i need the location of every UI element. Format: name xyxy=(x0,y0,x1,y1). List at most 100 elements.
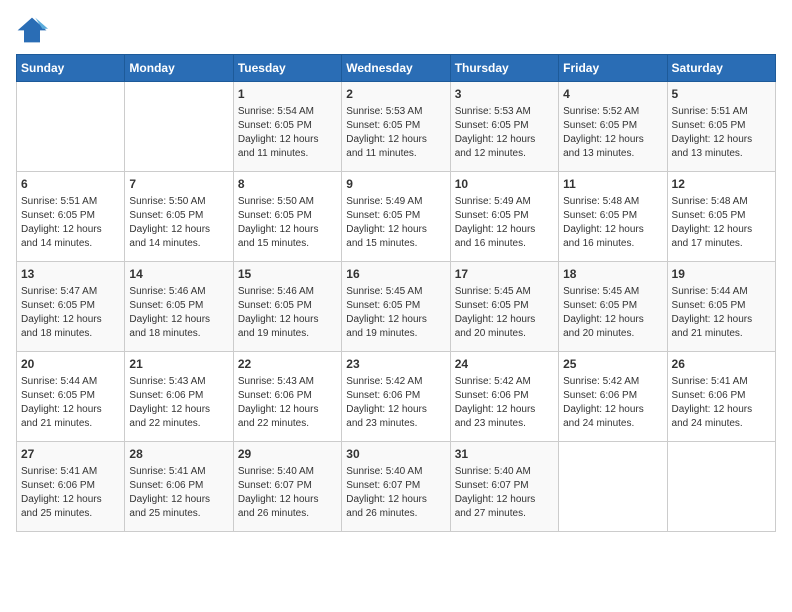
calendar-body: 1 Sunrise: 5:54 AM Sunset: 6:05 PM Daylig… xyxy=(17,82,776,532)
day-detail: Sunrise: 5:44 AM Sunset: 6:05 PM Dayligh… xyxy=(672,285,771,341)
day-number: 1 xyxy=(238,86,337,103)
day-detail: Sunrise: 5:45 AM Sunset: 6:05 PM Dayligh… xyxy=(455,285,554,341)
day-number: 4 xyxy=(563,86,662,103)
day-number: 25 xyxy=(563,356,662,373)
calendar-cell: 18 Sunrise: 5:45 AM Sunset: 6:05 PM Dayli… xyxy=(559,262,667,352)
calendar-cell: 6 Sunrise: 5:51 AM Sunset: 6:05 PM Daylig… xyxy=(17,172,125,262)
calendar-cell: 15 Sunrise: 5:46 AM Sunset: 6:05 PM Dayli… xyxy=(233,262,341,352)
dow-header: Wednesday xyxy=(342,55,450,82)
day-number: 15 xyxy=(238,266,337,283)
calendar-cell xyxy=(125,82,233,172)
day-detail: Sunrise: 5:41 AM Sunset: 6:06 PM Dayligh… xyxy=(21,465,120,521)
day-number: 7 xyxy=(129,176,228,193)
calendar-cell: 30 Sunrise: 5:40 AM Sunset: 6:07 PM Dayli… xyxy=(342,442,450,532)
day-number: 21 xyxy=(129,356,228,373)
calendar-week-row: 1 Sunrise: 5:54 AM Sunset: 6:05 PM Daylig… xyxy=(17,82,776,172)
calendar-cell: 3 Sunrise: 5:53 AM Sunset: 6:05 PM Daylig… xyxy=(450,82,558,172)
day-number: 11 xyxy=(563,176,662,193)
day-number: 12 xyxy=(672,176,771,193)
calendar-cell: 27 Sunrise: 5:41 AM Sunset: 6:06 PM Dayli… xyxy=(17,442,125,532)
day-detail: Sunrise: 5:45 AM Sunset: 6:05 PM Dayligh… xyxy=(563,285,662,341)
dow-header: Thursday xyxy=(450,55,558,82)
calendar-cell: 23 Sunrise: 5:42 AM Sunset: 6:06 PM Dayli… xyxy=(342,352,450,442)
calendar-cell: 26 Sunrise: 5:41 AM Sunset: 6:06 PM Dayli… xyxy=(667,352,775,442)
dow-header: Sunday xyxy=(17,55,125,82)
day-detail: Sunrise: 5:41 AM Sunset: 6:06 PM Dayligh… xyxy=(129,465,228,521)
calendar-cell: 28 Sunrise: 5:41 AM Sunset: 6:06 PM Dayli… xyxy=(125,442,233,532)
day-number: 2 xyxy=(346,86,445,103)
day-number: 13 xyxy=(21,266,120,283)
calendar-week-row: 6 Sunrise: 5:51 AM Sunset: 6:05 PM Daylig… xyxy=(17,172,776,262)
day-number: 26 xyxy=(672,356,771,373)
calendar-cell: 16Sunrise: 5:45 AM Sunset: 6:05 PM Dayli… xyxy=(342,262,450,352)
day-number: 28 xyxy=(129,446,228,463)
day-number: 10 xyxy=(455,176,554,193)
day-detail: Sunrise: 5:48 AM Sunset: 6:05 PM Dayligh… xyxy=(672,195,771,251)
calendar-cell: 17 Sunrise: 5:45 AM Sunset: 6:05 PM Dayli… xyxy=(450,262,558,352)
day-number: 16 xyxy=(346,266,445,283)
day-number: 5 xyxy=(672,86,771,103)
day-detail: Sunrise: 5:54 AM Sunset: 6:05 PM Dayligh… xyxy=(238,105,337,161)
calendar-cell: 20 Sunrise: 5:44 AM Sunset: 6:05 PM Dayli… xyxy=(17,352,125,442)
day-detail: Sunrise: 5:44 AM Sunset: 6:05 PM Dayligh… xyxy=(21,375,120,431)
day-detail: Sunrise: 5:40 AM Sunset: 6:07 PM Dayligh… xyxy=(346,465,445,521)
day-detail: Sunrise: 5:51 AM Sunset: 6:05 PM Dayligh… xyxy=(21,195,120,251)
day-number: 3 xyxy=(455,86,554,103)
calendar-cell xyxy=(667,442,775,532)
day-number: 23 xyxy=(346,356,445,373)
day-detail: Sunrise: 5:42 AM Sunset: 6:06 PM Dayligh… xyxy=(346,375,445,431)
day-number: 31 xyxy=(455,446,554,463)
day-number: 6 xyxy=(21,176,120,193)
day-number: 8 xyxy=(238,176,337,193)
calendar-cell: 4Sunrise: 5:52 AM Sunset: 6:05 PM Daylig… xyxy=(559,82,667,172)
calendar-cell: 14Sunrise: 5:46 AM Sunset: 6:05 PM Dayli… xyxy=(125,262,233,352)
day-detail: Sunrise: 5:48 AM Sunset: 6:05 PM Dayligh… xyxy=(563,195,662,251)
calendar-cell: 19 Sunrise: 5:44 AM Sunset: 6:05 PM Dayli… xyxy=(667,262,775,352)
calendar-week-row: 27 Sunrise: 5:41 AM Sunset: 6:06 PM Dayli… xyxy=(17,442,776,532)
calendar-cell: 11 Sunrise: 5:48 AM Sunset: 6:05 PM Dayli… xyxy=(559,172,667,262)
day-detail: Sunrise: 5:41 AM Sunset: 6:06 PM Dayligh… xyxy=(672,375,771,431)
day-detail: Sunrise: 5:43 AM Sunset: 6:06 PM Dayligh… xyxy=(129,375,228,431)
day-detail: Sunrise: 5:50 AM Sunset: 6:05 PM Dayligh… xyxy=(129,195,228,251)
calendar-cell: 29Sunrise: 5:40 AM Sunset: 6:07 PM Dayli… xyxy=(233,442,341,532)
day-detail: Sunrise: 5:40 AM Sunset: 6:07 PM Dayligh… xyxy=(455,465,554,521)
day-detail: Sunrise: 5:42 AM Sunset: 6:06 PM Dayligh… xyxy=(455,375,554,431)
days-of-week-row: SundayMondayTuesdayWednesdayThursdayFrid… xyxy=(17,55,776,82)
day-detail: Sunrise: 5:47 AM Sunset: 6:05 PM Dayligh… xyxy=(21,285,120,341)
day-number: 18 xyxy=(563,266,662,283)
calendar-week-row: 20 Sunrise: 5:44 AM Sunset: 6:05 PM Dayli… xyxy=(17,352,776,442)
day-number: 30 xyxy=(346,446,445,463)
day-detail: Sunrise: 5:53 AM Sunset: 6:05 PM Dayligh… xyxy=(455,105,554,161)
calendar-cell: 13 Sunrise: 5:47 AM Sunset: 6:05 PM Dayli… xyxy=(17,262,125,352)
calendar-cell: 10 Sunrise: 5:49 AM Sunset: 6:05 PM Dayli… xyxy=(450,172,558,262)
calendar-table: SundayMondayTuesdayWednesdayThursdayFrid… xyxy=(16,54,776,532)
day-number: 27 xyxy=(21,446,120,463)
calendar-cell: 24 Sunrise: 5:42 AM Sunset: 6:06 PM Dayli… xyxy=(450,352,558,442)
day-number: 24 xyxy=(455,356,554,373)
day-number: 29 xyxy=(238,446,337,463)
day-detail: Sunrise: 5:46 AM Sunset: 6:05 PM Dayligh… xyxy=(238,285,337,341)
day-detail: Sunrise: 5:49 AM Sunset: 6:05 PM Dayligh… xyxy=(346,195,445,251)
calendar-cell: 25 Sunrise: 5:42 AM Sunset: 6:06 PM Dayli… xyxy=(559,352,667,442)
day-number: 9 xyxy=(346,176,445,193)
calendar-week-row: 13 Sunrise: 5:47 AM Sunset: 6:05 PM Dayli… xyxy=(17,262,776,352)
day-detail: Sunrise: 5:53 AM Sunset: 6:05 PM Dayligh… xyxy=(346,105,445,161)
calendar-cell: 9 Sunrise: 5:49 AM Sunset: 6:05 PM Daylig… xyxy=(342,172,450,262)
calendar-cell xyxy=(559,442,667,532)
day-detail: Sunrise: 5:51 AM Sunset: 6:05 PM Dayligh… xyxy=(672,105,771,161)
calendar-cell: 22 Sunrise: 5:43 AM Sunset: 6:06 PM Dayli… xyxy=(233,352,341,442)
dow-header: Friday xyxy=(559,55,667,82)
logo xyxy=(16,16,52,44)
day-number: 20 xyxy=(21,356,120,373)
day-detail: Sunrise: 5:42 AM Sunset: 6:06 PM Dayligh… xyxy=(563,375,662,431)
dow-header: Saturday xyxy=(667,55,775,82)
day-detail: Sunrise: 5:50 AM Sunset: 6:05 PM Dayligh… xyxy=(238,195,337,251)
day-number: 17 xyxy=(455,266,554,283)
day-number: 22 xyxy=(238,356,337,373)
calendar-cell: 21 Sunrise: 5:43 AM Sunset: 6:06 PM Dayli… xyxy=(125,352,233,442)
calendar-cell xyxy=(17,82,125,172)
day-number: 19 xyxy=(672,266,771,283)
day-detail: Sunrise: 5:43 AM Sunset: 6:06 PM Dayligh… xyxy=(238,375,337,431)
dow-header: Tuesday xyxy=(233,55,341,82)
day-detail: Sunrise: 5:49 AM Sunset: 6:05 PM Dayligh… xyxy=(455,195,554,251)
